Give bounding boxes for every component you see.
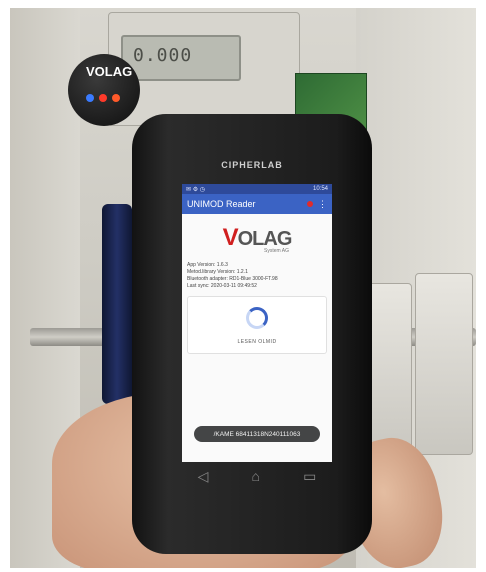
probe-logo: VOLAG [86,64,133,79]
logo-v: V [222,224,239,251]
loading-spinner-icon [246,307,268,329]
optical-probe: VOLAG [68,54,140,126]
home-icon[interactable]: ⌂ [252,468,260,484]
company-logo: VOLAG System AG [217,224,297,254]
probe-led-red [99,94,107,102]
status-bar: ✉ ⚙ ◷ 10:54 [182,184,332,194]
info-line: Bluetooth adapter: RD1-Blue 3000-FT.98 [187,276,278,282]
toast-message: /KAME 68411318N240111063 [194,426,320,442]
app-info: App Version: 1.6.3 Metod.library Version… [187,262,332,290]
status-time: 10:54 [312,186,328,192]
app-title: UNIMOD Reader [187,199,256,209]
info-line: Last sync: 2020-03-11 09:49:52 [187,283,257,289]
record-indicator-icon[interactable] [307,201,313,207]
handheld-device: CIPHERLAB ✉ ⚙ ◷ 10:54 UNIMOD Reader ⋮ VO… [132,114,372,554]
probe-led-blue [86,94,94,102]
read-label: LESEN OLMID [237,339,277,345]
lanyard-strap [102,204,132,404]
back-arrow-icon[interactable]: ◁ [198,468,209,485]
logo-text: OLAG [237,228,293,250]
read-button-card[interactable]: LESEN OLMID [187,296,327,354]
overflow-menu-icon[interactable]: ⋮ [318,199,327,209]
notification-icons: ✉ ⚙ ◷ [186,186,205,193]
device-screen: ✉ ⚙ ◷ 10:54 UNIMOD Reader ⋮ VOLAG System… [182,184,332,462]
meter-lcd-display: 0.000 [121,35,241,81]
android-nav-bar: ◁ ⌂ ▭ [176,464,338,488]
recents-icon[interactable]: ▭ [303,468,316,485]
probe-led-red [112,94,120,102]
info-line: App Version: 1.6.3 [187,262,228,268]
info-line: Metod.library Version: 1.2.1 [187,269,248,275]
electricity-meter: 0.000 [108,12,300,126]
breaker-module [415,273,473,455]
app-bar: UNIMOD Reader ⋮ [182,194,332,214]
photo-scene: 0.000 VOLAG CIPHERLAB ✉ ⚙ ◷ 10:54 UNIMOD… [10,8,476,568]
device-brand: CIPHERLAB [221,160,283,170]
